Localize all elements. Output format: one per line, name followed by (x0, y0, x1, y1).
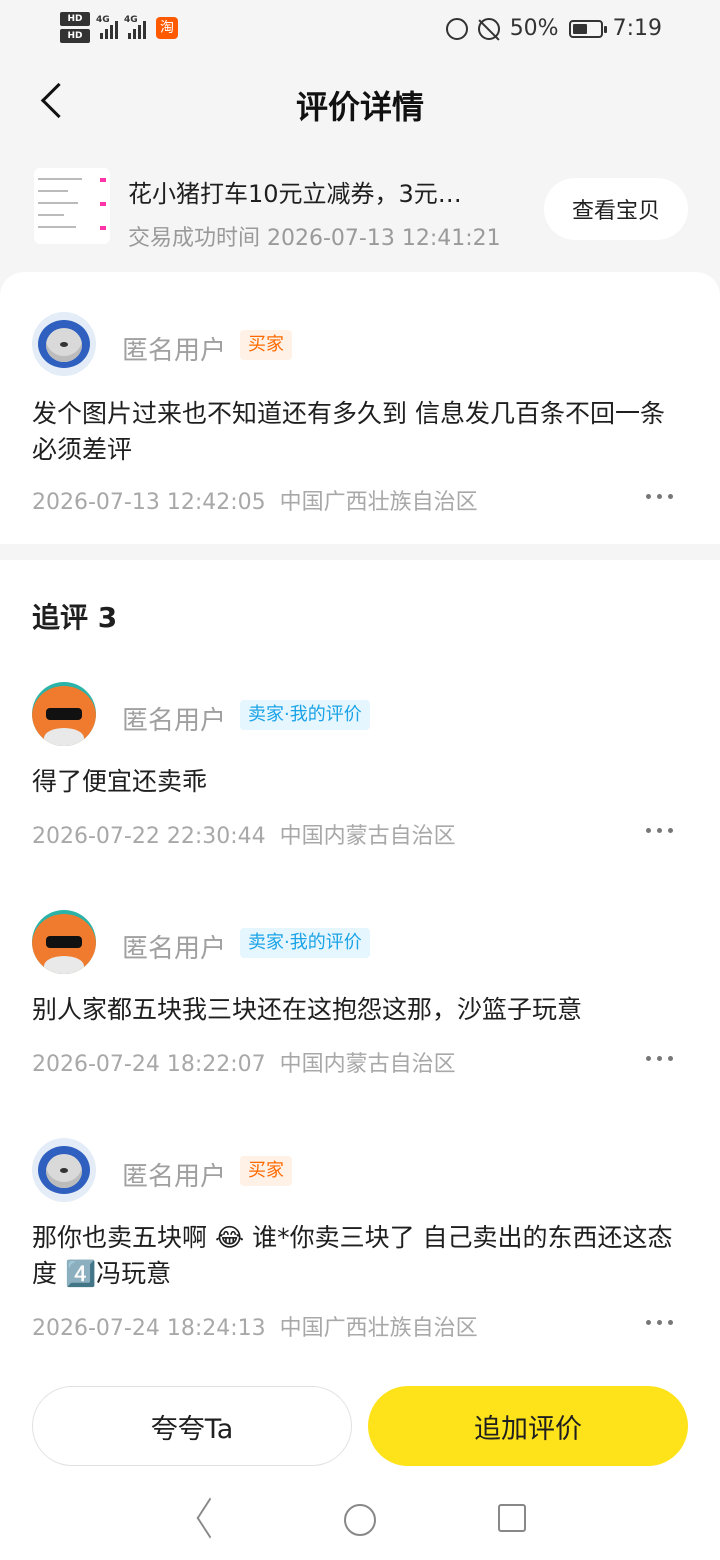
buyer-tag: 买家 (240, 1156, 292, 1186)
battery-percent: 50% (509, 16, 559, 41)
praise-button[interactable]: 夸夸Ta (32, 1386, 352, 1466)
followup-location: 中国内蒙古自治区 (279, 1052, 456, 1077)
more-options-icon[interactable] (644, 820, 676, 840)
user-avatar[interactable] (32, 312, 96, 376)
status-bar: HD HD 4G 4G 淘 50% 7:19 (0, 0, 720, 58)
view-item-button[interactable]: 查看宝贝 (544, 178, 688, 240)
status-left: HD HD 4G 4G 淘 (60, 12, 178, 43)
followup-location: 中国广西壮族自治区 (279, 1316, 478, 1341)
nav-home-icon[interactable] (344, 1504, 376, 1536)
review-username: 匿名用户 (122, 336, 227, 366)
network-type-1: 4G (96, 14, 110, 25)
followup-location: 中国内蒙古自治区 (279, 824, 456, 849)
followup-time: 2026-07-24 18:22:07 (32, 1052, 266, 1077)
review-content: 发个图片过来也不知道还有多久到 信息发几百条不回一条 必须差评 (32, 399, 665, 464)
header: 评价详情 (0, 64, 720, 144)
followup-username: 匿名用户 (122, 934, 227, 964)
signal-icon-2: 4G (124, 14, 146, 39)
page-title: 评价详情 (295, 88, 424, 126)
followup-content: 那你也卖五块啊 😂 谁*你卖三块了 自己卖出的东西还这态度 4️⃣冯玩意 (32, 1223, 673, 1288)
seller-tag: 卖家·我的评价 (240, 928, 370, 958)
hd-badge-1: HD (60, 12, 90, 26)
system-nav-bar (0, 1480, 720, 1560)
mute-icon (477, 17, 500, 40)
hd-badge-2: HD (60, 29, 90, 43)
taobao-notification-icon: 淘 (156, 16, 178, 39)
seller-tag: 卖家·我的评价 (240, 700, 370, 730)
seller-avatar[interactable] (32, 910, 96, 974)
signal-icon-1: 4G (96, 14, 118, 39)
more-options-icon[interactable] (644, 486, 676, 506)
review-meta: 2026-07-13 12:42:05 中国广西壮族自治区 (32, 484, 478, 516)
followup-time: 2026-07-22 22:30:44 (32, 824, 266, 849)
product-thumbnail[interactable] (34, 168, 110, 244)
network-type-2: 4G (124, 14, 138, 25)
more-options-icon[interactable] (644, 1312, 676, 1332)
status-right: 50% 7:19 (445, 16, 662, 41)
followup-content: 别人家都五块我三块还在这抱怨这那，沙篮子玩意 (32, 995, 583, 1024)
clock: 7:19 (612, 16, 662, 41)
bottom-action-bar: 夸夸Ta 追加评价 (0, 1360, 720, 1480)
followup-username: 匿名用户 (122, 706, 227, 736)
followup-meta: 2026-07-24 18:24:13 中国广西壮族自治区 (32, 1310, 478, 1342)
review-card: 匿名用户 买家 发个图片过来也不知道还有多久到 信息发几百条不回一条 必须差评 … (0, 272, 720, 544)
product-title[interactable]: 花小猪打车10元立减券，3元… (128, 174, 462, 209)
nav-recent-apps-icon[interactable] (498, 1504, 526, 1532)
followup-content: 得了便宜还卖乖 (32, 767, 208, 796)
hd-indicators: HD HD (60, 12, 90, 43)
battery-icon (568, 19, 607, 38)
product-row[interactable]: 花小猪打车10元立减券，3元… 交易成功时间 2026-07-13 12:41:… (0, 160, 720, 256)
followup-meta: 2026-07-22 22:30:44 中国内蒙古自治区 (32, 818, 456, 850)
review-time: 2026-07-13 12:42:05 (32, 490, 266, 515)
followup-username: 匿名用户 (122, 1162, 227, 1192)
add-review-button[interactable]: 追加评价 (368, 1386, 688, 1466)
followup-time: 2026-07-24 18:24:13 (32, 1316, 266, 1341)
review-location: 中国广西壮族自治区 (279, 490, 478, 515)
buyer-tag: 买家 (240, 330, 292, 360)
seller-avatar[interactable] (32, 682, 96, 746)
alarm-icon (445, 17, 468, 40)
followups-title: 追评 3 (32, 601, 118, 634)
transaction-time: 交易成功时间 2026-07-13 12:41:21 (128, 226, 501, 251)
user-avatar[interactable] (32, 1138, 96, 1202)
more-options-icon[interactable] (644, 1048, 676, 1068)
followup-meta: 2026-07-24 18:22:07 中国内蒙古自治区 (32, 1046, 456, 1078)
nav-back-icon[interactable] (190, 1502, 224, 1536)
